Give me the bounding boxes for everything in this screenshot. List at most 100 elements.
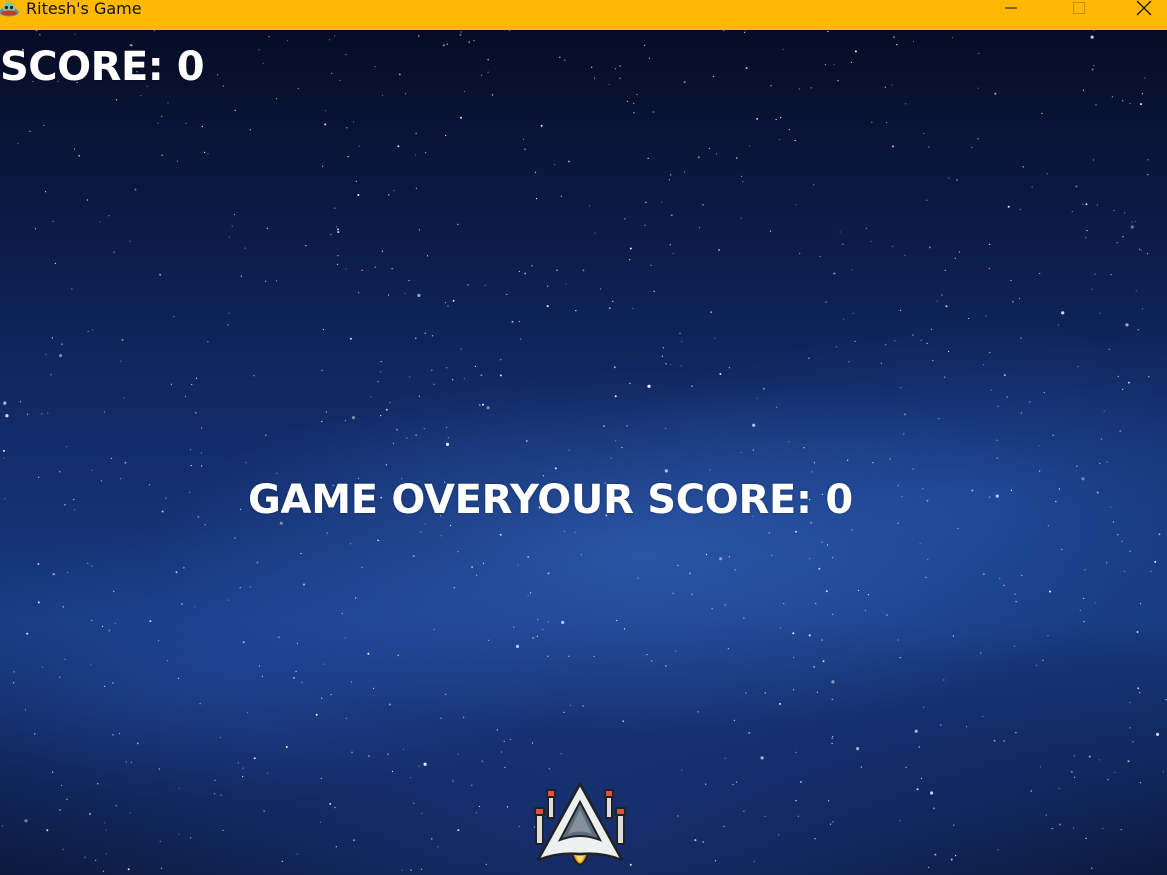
title-bar[interactable]: Ritesh's Game bbox=[0, 0, 1167, 30]
star bbox=[741, 175, 743, 178]
star bbox=[351, 416, 356, 420]
star bbox=[646, 654, 648, 656]
star bbox=[1073, 755, 1075, 757]
star bbox=[337, 228, 339, 231]
game-over-title: GAME OVER bbox=[248, 477, 510, 523]
star bbox=[281, 860, 283, 863]
star bbox=[413, 802, 415, 804]
close-button[interactable] bbox=[1121, 0, 1167, 16]
star bbox=[201, 465, 203, 467]
star bbox=[930, 328, 933, 330]
star bbox=[664, 469, 668, 473]
star bbox=[797, 815, 800, 817]
star bbox=[358, 145, 360, 147]
star bbox=[1123, 570, 1126, 572]
star bbox=[756, 397, 759, 399]
star bbox=[38, 476, 40, 478]
star bbox=[297, 87, 299, 90]
star bbox=[176, 160, 178, 162]
star bbox=[121, 338, 124, 341]
star bbox=[1155, 732, 1160, 737]
star bbox=[111, 733, 114, 736]
star bbox=[745, 67, 748, 70]
star bbox=[104, 822, 106, 824]
star bbox=[778, 702, 781, 705]
star bbox=[74, 33, 76, 35]
star bbox=[87, 562, 89, 564]
star bbox=[714, 860, 717, 862]
star bbox=[418, 35, 420, 37]
star bbox=[402, 748, 405, 750]
star bbox=[705, 553, 708, 556]
star bbox=[564, 59, 566, 61]
star bbox=[537, 619, 539, 621]
star bbox=[1092, 159, 1095, 161]
star bbox=[710, 311, 713, 314]
star bbox=[1091, 867, 1093, 869]
star bbox=[983, 364, 985, 366]
star bbox=[903, 433, 905, 435]
star bbox=[388, 703, 391, 706]
star bbox=[977, 138, 979, 140]
star bbox=[892, 145, 894, 148]
star bbox=[101, 625, 104, 628]
star bbox=[50, 374, 52, 376]
star bbox=[843, 318, 845, 320]
minimize-button[interactable] bbox=[988, 0, 1034, 16]
star bbox=[1144, 77, 1146, 79]
star bbox=[745, 692, 747, 694]
star bbox=[433, 383, 435, 385]
star bbox=[982, 715, 984, 718]
star bbox=[629, 247, 632, 250]
game-canvas[interactable]: SCORE: 0 GAME OVERYOUR SCORE: 0 bbox=[0, 30, 1167, 875]
star bbox=[295, 670, 297, 673]
star bbox=[249, 586, 251, 588]
star bbox=[415, 434, 417, 436]
star bbox=[1041, 112, 1043, 114]
star bbox=[813, 665, 816, 668]
star bbox=[480, 74, 482, 76]
star bbox=[1082, 203, 1084, 206]
star bbox=[420, 868, 423, 870]
star bbox=[1047, 525, 1049, 527]
star bbox=[709, 469, 711, 471]
star bbox=[1072, 827, 1075, 829]
star bbox=[1099, 462, 1101, 464]
star bbox=[95, 859, 97, 861]
star bbox=[26, 632, 29, 635]
maximize-button[interactable] bbox=[1056, 0, 1102, 16]
star bbox=[358, 292, 360, 294]
star bbox=[1015, 732, 1017, 734]
star bbox=[361, 269, 363, 271]
star bbox=[418, 229, 420, 231]
star bbox=[515, 644, 520, 649]
star bbox=[554, 163, 556, 166]
star bbox=[105, 853, 107, 855]
star bbox=[912, 40, 915, 42]
star bbox=[760, 756, 764, 760]
star bbox=[1132, 741, 1134, 743]
star bbox=[799, 781, 802, 783]
star bbox=[508, 30, 510, 31]
star bbox=[697, 156, 700, 159]
star bbox=[728, 367, 730, 369]
star bbox=[702, 841, 705, 843]
star bbox=[73, 498, 75, 501]
star bbox=[136, 742, 139, 745]
window-title: Ritesh's Game bbox=[26, 0, 142, 18]
star bbox=[387, 753, 389, 755]
star bbox=[776, 406, 778, 408]
star bbox=[437, 846, 439, 848]
star bbox=[420, 531, 422, 533]
star bbox=[559, 56, 561, 58]
star bbox=[401, 869, 403, 871]
star bbox=[457, 753, 459, 756]
star bbox=[665, 665, 667, 667]
star bbox=[1085, 203, 1088, 206]
star bbox=[683, 81, 686, 84]
star bbox=[321, 697, 323, 699]
star bbox=[190, 464, 192, 467]
star bbox=[1093, 64, 1095, 67]
star bbox=[1125, 323, 1129, 327]
star bbox=[681, 769, 683, 771]
